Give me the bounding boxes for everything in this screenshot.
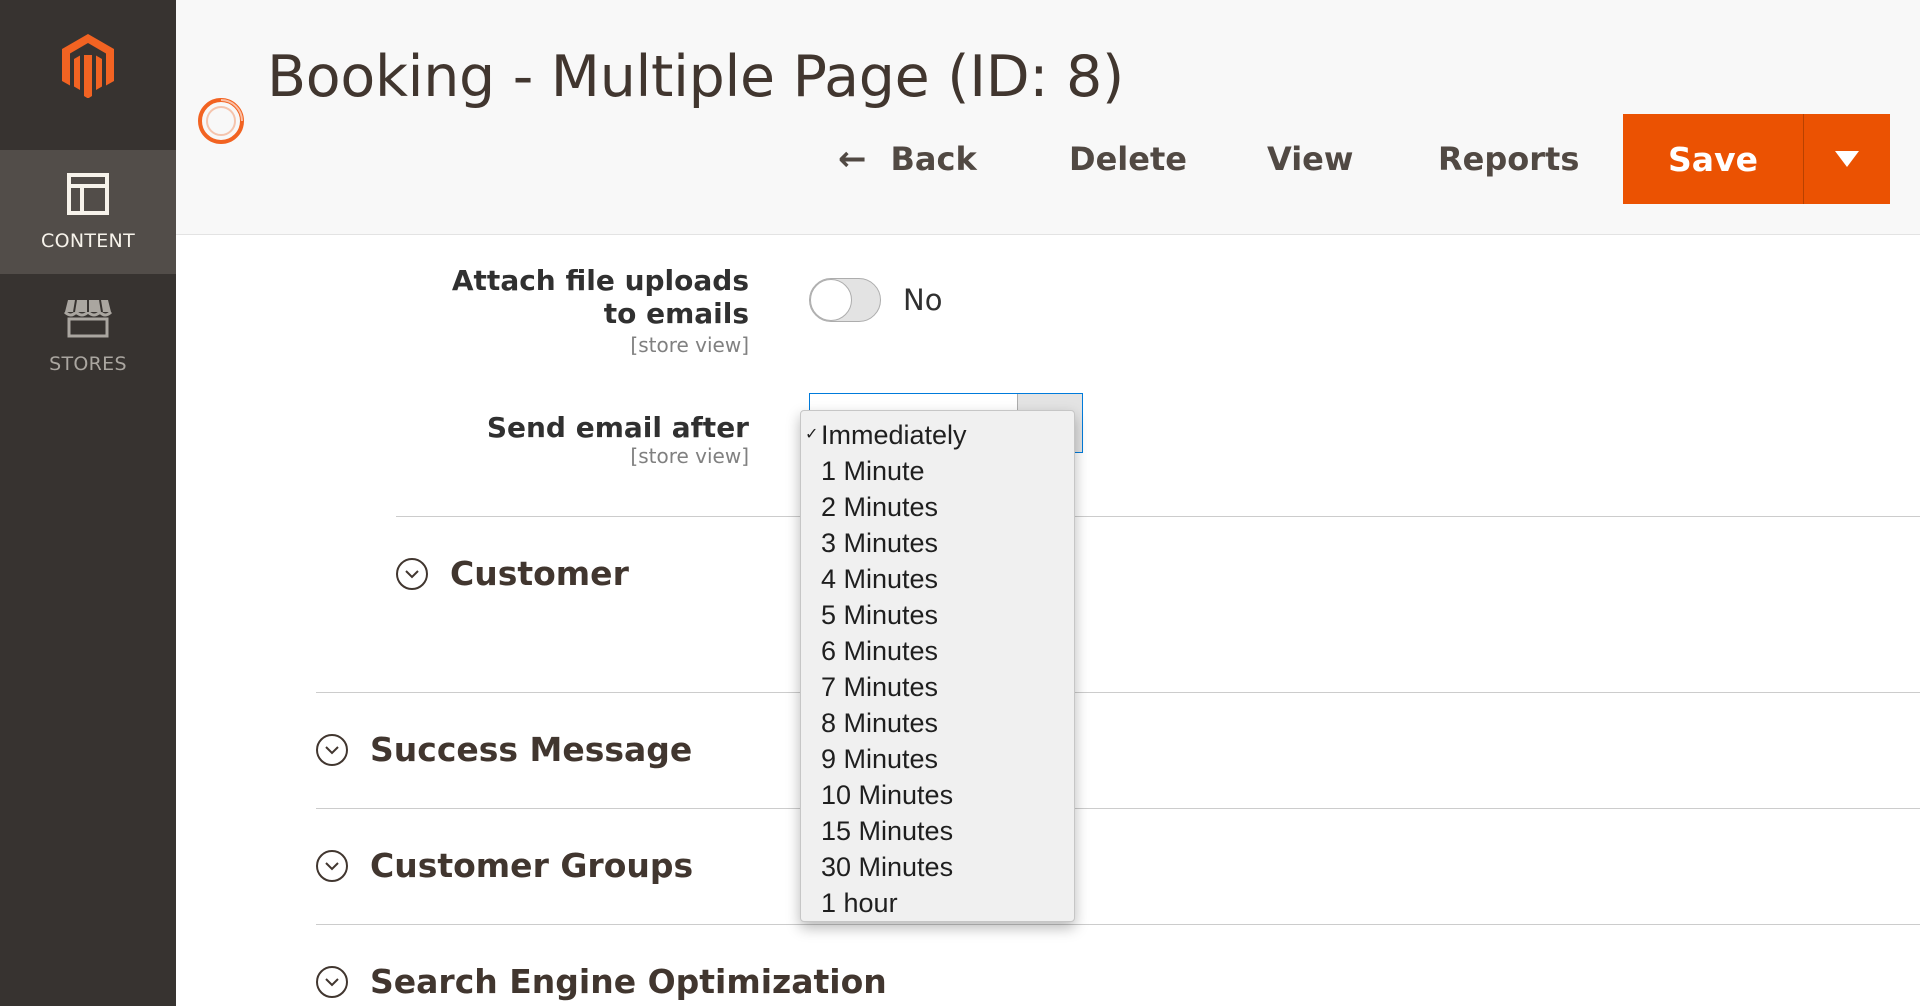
- attach-uploads-scope: [store view]: [630, 333, 749, 357]
- delete-button[interactable]: Delete: [1069, 114, 1187, 204]
- checkmark-icon: ✓: [805, 426, 819, 443]
- nav-content-label: CONTENT: [41, 229, 135, 252]
- nav-stores-label: STORES: [49, 352, 127, 375]
- option-item[interactable]: 9 Minutes: [801, 741, 1074, 777]
- admin-sidebar: CONTENT STORES: [0, 0, 176, 1006]
- chevron-down-icon: [316, 849, 348, 882]
- option-item[interactable]: 2 Minutes: [801, 489, 1074, 525]
- nav-stores[interactable]: STORES: [0, 274, 176, 398]
- option-item[interactable]: 8 Minutes: [801, 705, 1074, 741]
- send-email-after-options: ✓ Immediately 1 Minute 2 Minutes 3 Minute…: [800, 410, 1075, 922]
- option-item[interactable]: 7 Minutes: [801, 669, 1074, 705]
- toggle-knob: [810, 279, 852, 321]
- section-divider: [316, 692, 1920, 693]
- section-seo-title: Search Engine Optimization: [370, 962, 887, 1001]
- section-success-message[interactable]: Success Message: [316, 730, 692, 769]
- back-button-label: Back: [890, 140, 977, 178]
- page-title: Booking - Multiple Page (ID: 8): [267, 44, 1124, 110]
- magento-logo-icon: [62, 34, 114, 98]
- save-split-button: Save: [1623, 114, 1890, 204]
- section-customer[interactable]: Customer: [396, 554, 629, 593]
- section-seo[interactable]: Search Engine Optimization: [316, 962, 887, 1001]
- option-item[interactable]: ✓ Immediately: [801, 417, 1074, 453]
- option-item[interactable]: 1 Minute: [801, 453, 1074, 489]
- option-item[interactable]: 5 Minutes: [801, 597, 1074, 633]
- chevron-down-icon: [316, 733, 348, 766]
- option-item[interactable]: 10 Minutes: [801, 777, 1074, 813]
- attach-uploads-label: Attach file uploads to emails: [451, 264, 749, 330]
- view-button[interactable]: View: [1267, 114, 1353, 204]
- attach-uploads-toggle[interactable]: [809, 278, 881, 322]
- section-customer-title: Customer: [450, 554, 629, 593]
- section-divider: [316, 924, 1920, 925]
- section-success-message-title: Success Message: [370, 730, 693, 769]
- option-item[interactable]: 6 Minutes: [801, 633, 1074, 669]
- save-button[interactable]: Save: [1623, 114, 1803, 204]
- send-email-after-scope: [store view]: [630, 444, 749, 468]
- back-button[interactable]: ← Back: [838, 114, 977, 204]
- section-divider: [316, 808, 1920, 809]
- section-divider: [396, 516, 1920, 517]
- attach-uploads-value: No: [903, 283, 943, 317]
- reports-button[interactable]: Reports: [1438, 114, 1579, 204]
- arrow-left-icon: ←: [838, 139, 867, 179]
- magento-logo[interactable]: [0, 0, 176, 150]
- section-customer-groups[interactable]: Customer Groups: [316, 846, 693, 885]
- nav-content[interactable]: CONTENT: [0, 150, 176, 274]
- loading-spinner-icon: [198, 98, 244, 144]
- chevron-down-icon: [396, 557, 428, 590]
- option-item[interactable]: 30 Minutes: [801, 849, 1074, 885]
- save-options-toggle[interactable]: [1803, 114, 1890, 204]
- option-item[interactable]: 3 Minutes: [801, 525, 1074, 561]
- triangle-down-icon: [1835, 151, 1859, 167]
- option-item[interactable]: 4 Minutes: [801, 561, 1074, 597]
- section-customer-groups-title: Customer Groups: [370, 846, 694, 885]
- stores-icon: [63, 298, 113, 343]
- send-email-after-label: Send email after: [486, 411, 749, 444]
- content-icon: [67, 172, 109, 220]
- option-item[interactable]: 1 hour: [801, 885, 1074, 921]
- option-item[interactable]: 15 Minutes: [801, 813, 1074, 849]
- chevron-down-icon: [316, 965, 348, 998]
